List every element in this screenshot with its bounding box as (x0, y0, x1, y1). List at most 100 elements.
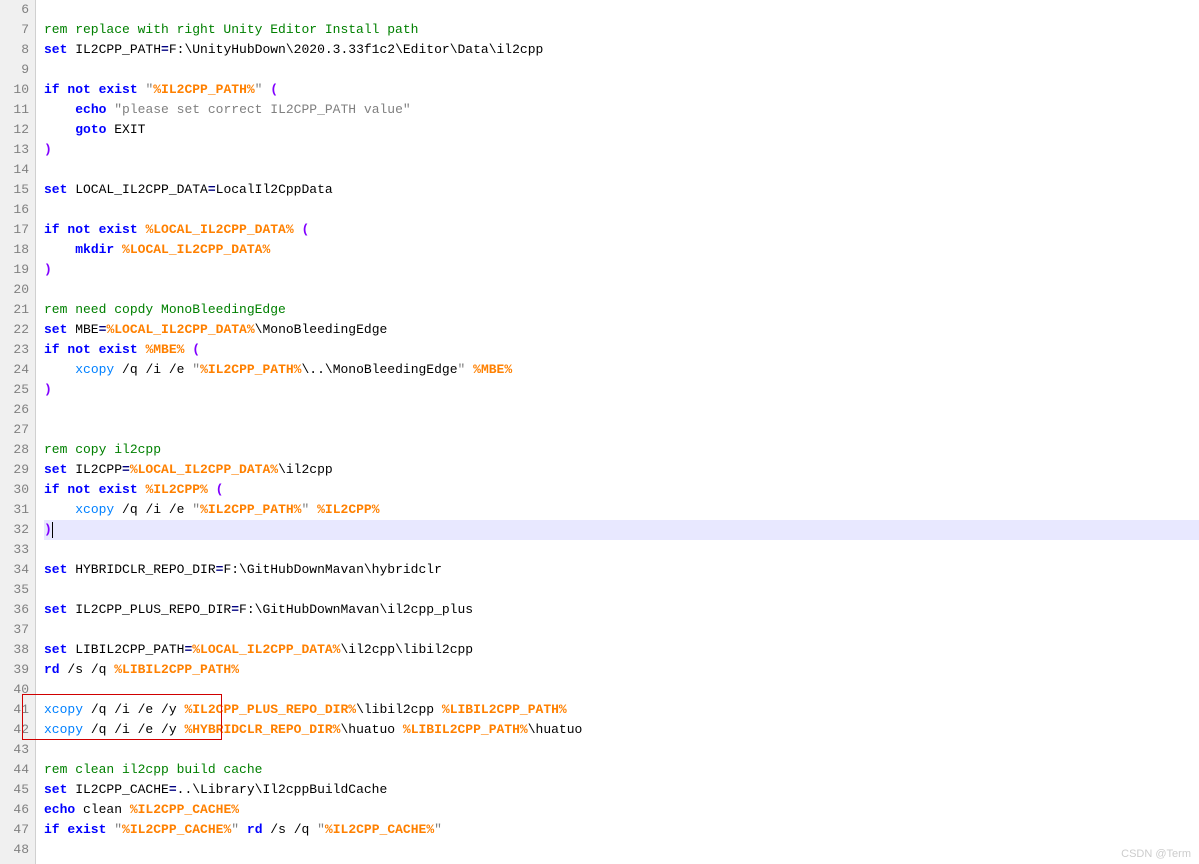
code-line[interactable]: set LOCAL_IL2CPP_DATA=LocalIl2CppData (44, 180, 1199, 200)
code-line[interactable] (44, 580, 1199, 600)
code-line[interactable]: set HYBRIDCLR_REPO_DIR=F:\GitHubDownMava… (44, 560, 1199, 580)
token-plain: LocalIl2CppData (216, 182, 333, 197)
line-number: 6 (0, 0, 29, 20)
token-kw: if exist (44, 822, 106, 837)
token-plain (309, 502, 317, 517)
token-cmd: xcopy (44, 702, 83, 717)
token-plain: /s /q (60, 662, 115, 677)
line-number: 37 (0, 620, 29, 640)
code-line[interactable]: rem replace with right Unity Editor Inst… (44, 20, 1199, 40)
token-var: %MBE% (473, 362, 512, 377)
line-number: 48 (0, 840, 29, 860)
code-line[interactable]: set IL2CPP_PATH=F:\UnityHubDown\2020.3.3… (44, 40, 1199, 60)
line-number: 28 (0, 440, 29, 460)
code-line[interactable]: if not exist %IL2CPP% ( (44, 480, 1199, 500)
token-eq: = (161, 42, 169, 57)
code-line[interactable]: rem copy il2cpp (44, 440, 1199, 460)
token-kw: set (44, 562, 67, 577)
code-line[interactable]: xcopy /q /i /e "%IL2CPP_PATH%" %IL2CPP% (44, 500, 1199, 520)
code-line[interactable]: xcopy /q /i /e "%IL2CPP_PATH%\..\MonoBle… (44, 360, 1199, 380)
token-paren: ( (216, 482, 224, 497)
line-number: 38 (0, 640, 29, 660)
token-var: %LOCAL_IL2CPP_DATA% (145, 222, 293, 237)
code-line[interactable] (44, 0, 1199, 20)
token-plain: \libil2cpp (356, 702, 442, 717)
line-number: 14 (0, 160, 29, 180)
token-paren: ) (44, 522, 52, 537)
code-line[interactable] (44, 420, 1199, 440)
code-line[interactable]: set IL2CPP_PLUS_REPO_DIR=F:\GitHubDownMa… (44, 600, 1199, 620)
token-eq: = (122, 462, 130, 477)
text-cursor (52, 522, 53, 538)
token-var: %IL2CPP_CACHE% (325, 822, 434, 837)
code-line[interactable]: echo clean %IL2CPP_CACHE% (44, 800, 1199, 820)
code-line[interactable] (44, 400, 1199, 420)
line-number: 32 (0, 520, 29, 540)
token-plain: \il2cpp\libil2cpp (340, 642, 473, 657)
line-number: 8 (0, 40, 29, 60)
code-line[interactable]: if not exist %LOCAL_IL2CPP_DATA% ( (44, 220, 1199, 240)
line-number: 43 (0, 740, 29, 760)
code-line[interactable] (44, 200, 1199, 220)
code-line[interactable]: rd /s /q %LIBIL2CPP_PATH% (44, 660, 1199, 680)
code-line[interactable]: mkdir %LOCAL_IL2CPP_DATA% (44, 240, 1199, 260)
code-line[interactable]: if exist "%IL2CPP_CACHE%" rd /s /q "%IL2… (44, 820, 1199, 840)
token-kw: set (44, 782, 67, 797)
code-line[interactable]: if not exist %MBE% ( (44, 340, 1199, 360)
code-line[interactable]: ) (44, 380, 1199, 400)
code-line[interactable]: set LIBIL2CPP_PATH=%LOCAL_IL2CPP_DATA%\i… (44, 640, 1199, 660)
code-line[interactable] (44, 620, 1199, 640)
code-line[interactable]: ) (44, 140, 1199, 160)
token-plain: clean (75, 802, 130, 817)
code-line[interactable] (44, 540, 1199, 560)
code-line[interactable] (44, 280, 1199, 300)
token-paren: ) (44, 382, 52, 397)
code-line[interactable]: ) (44, 260, 1199, 280)
code-area[interactable]: rem replace with right Unity Editor Inst… (36, 0, 1199, 864)
code-line[interactable]: if not exist "%IL2CPP_PATH%" ( (44, 80, 1199, 100)
code-line[interactable]: set MBE=%LOCAL_IL2CPP_DATA%\MonoBleeding… (44, 320, 1199, 340)
token-plain: F:\GitHubDownMavan\il2cpp_plus (239, 602, 473, 617)
token-var: %IL2CPP% (145, 482, 207, 497)
token-kw: set (44, 462, 67, 477)
line-number: 26 (0, 400, 29, 420)
token-str: " (231, 822, 239, 837)
token-var: %IL2CPP_PATH% (200, 502, 301, 517)
token-cmd: xcopy (44, 722, 83, 737)
code-line[interactable] (44, 680, 1199, 700)
code-line[interactable] (44, 840, 1199, 860)
code-line[interactable]: rem need copdy MonoBleedingEdge (44, 300, 1199, 320)
line-number: 20 (0, 280, 29, 300)
code-line[interactable]: set IL2CPP_CACHE=..\Library\Il2cppBuildC… (44, 780, 1199, 800)
token-plain: IL2CPP_PATH (67, 42, 161, 57)
token-kw: if not exist (44, 82, 138, 97)
code-line[interactable] (44, 60, 1199, 80)
line-number: 23 (0, 340, 29, 360)
token-cmd: xcopy (75, 502, 114, 517)
line-number: 34 (0, 560, 29, 580)
code-line[interactable]: set IL2CPP=%LOCAL_IL2CPP_DATA%\il2cpp (44, 460, 1199, 480)
token-plain: /q /i /e (114, 362, 192, 377)
token-plain: IL2CPP_PLUS_REPO_DIR (67, 602, 231, 617)
line-number: 17 (0, 220, 29, 240)
token-str: " (192, 362, 200, 377)
code-line[interactable]: xcopy /q /i /e /y %HYBRIDCLR_REPO_DIR%\h… (44, 720, 1199, 740)
code-editor[interactable]: 6789101112131415161718192021222324252627… (0, 0, 1199, 864)
line-number: 39 (0, 660, 29, 680)
line-number: 30 (0, 480, 29, 500)
code-line[interactable]: rem clean il2cpp build cache (44, 760, 1199, 780)
code-line[interactable]: xcopy /q /i /e /y %IL2CPP_PLUS_REPO_DIR%… (44, 700, 1199, 720)
code-line[interactable]: ) (44, 520, 1199, 540)
code-line[interactable]: echo "please set correct IL2CPP_PATH val… (44, 100, 1199, 120)
code-line[interactable] (44, 160, 1199, 180)
token-var: %IL2CPP_PATH% (200, 362, 301, 377)
line-number: 22 (0, 320, 29, 340)
token-cmd: xcopy (75, 362, 114, 377)
line-number: 42 (0, 720, 29, 740)
line-number: 44 (0, 760, 29, 780)
token-str: " (114, 822, 122, 837)
code-line[interactable]: goto EXIT (44, 120, 1199, 140)
token-kw: set (44, 182, 67, 197)
code-line[interactable] (44, 740, 1199, 760)
token-eq: = (231, 602, 239, 617)
